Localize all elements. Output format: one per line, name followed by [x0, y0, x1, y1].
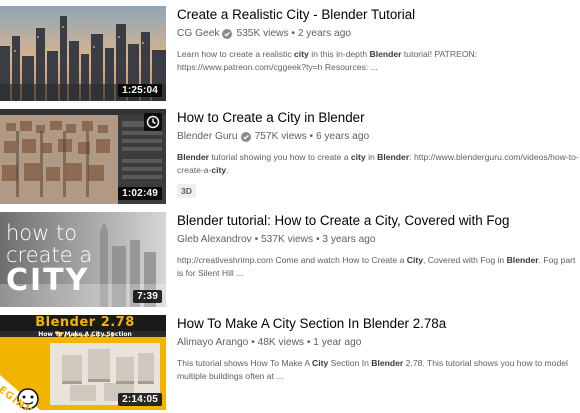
- video-duration: 7:39: [133, 290, 162, 303]
- video-title[interactable]: How To Make A City Section In Blender 2.…: [177, 315, 577, 332]
- highlighted-term: city: [211, 165, 227, 175]
- highlighted-term: Blender: [369, 49, 402, 59]
- watch-later-clock-icon[interactable]: [144, 113, 162, 131]
- video-result-3[interactable]: how to create a CITY 7:39 Blender tutori…: [0, 212, 580, 307]
- video-title[interactable]: How to Create a City in Blender: [177, 109, 577, 126]
- video-byline: Alimayo Arango • 48K views • 1 year ago: [177, 336, 577, 349]
- video-meta-1: Create a Realistic City - Blender Tutori…: [177, 6, 577, 74]
- upload-age: 3 years ago: [322, 234, 376, 245]
- video-duration: 1:02:49: [118, 187, 162, 200]
- channel-name[interactable]: CG Geek: [177, 27, 219, 40]
- view-count: 48K views: [257, 337, 305, 348]
- highlighted-term: city: [294, 49, 309, 59]
- channel-name[interactable]: Gleb Alexandrov: [177, 233, 252, 246]
- video-meta-4: How To Make A City Section In Blender 2.…: [177, 315, 577, 383]
- description-text: Section In: [328, 358, 372, 368]
- video-thumbnail-3[interactable]: how to create a CITY 7:39: [0, 212, 166, 307]
- video-meta-2: How to Create a City in Blender Blender …: [177, 109, 579, 199]
- thumbnail-text-line: CITY: [6, 263, 90, 298]
- upload-age: 6 years ago: [315, 131, 370, 142]
- separator-dot: •: [248, 337, 258, 348]
- video-byline: CG Geek 535K views • 2 years ago: [177, 27, 577, 40]
- 3d-badge: 3D: [177, 184, 196, 198]
- highlighted-term: Blender: [377, 152, 410, 162]
- video-result-4[interactable]: Blender 2.78 Tutorial How To Make A City…: [0, 315, 580, 410]
- verified-check-icon: [222, 28, 233, 39]
- video-thumbnail-2[interactable]: 1:02:49: [0, 109, 166, 204]
- upload-age: 1 year ago: [313, 337, 362, 348]
- search-results-list: 1:25:04 Create a Realistic City - Blende…: [0, 0, 580, 413]
- view-count: 535K views: [236, 28, 289, 39]
- thumbnail-text-line: how to: [6, 221, 78, 245]
- video-byline: Blender Guru 757K views • 6 years ago: [177, 130, 577, 143]
- separator-dot: •: [288, 28, 298, 39]
- description-text: This tutorial shows How To Make A: [177, 358, 313, 368]
- video-title[interactable]: Create a Realistic City - Blender Tutori…: [177, 6, 577, 23]
- thumbnail-subheading: How To Make A City Section: [38, 331, 132, 338]
- highlighted-term: Blender: [506, 255, 539, 265]
- separator-dot: •: [251, 234, 261, 245]
- description-text: , Covered with Fog in: [423, 255, 507, 265]
- video-description: This tutorial shows How To Make A City S…: [177, 357, 579, 383]
- separator-dot: •: [306, 131, 316, 142]
- video-description: Learn how to create a realistic city in …: [177, 48, 579, 74]
- video-result-1[interactable]: 1:25:04 Create a Realistic City - Blende…: [0, 6, 580, 101]
- separator-dot: •: [313, 234, 323, 245]
- thumbnail-caption: how to create a CITY: [6, 222, 92, 296]
- video-meta-3: Blender tutorial: How to Create a City, …: [177, 212, 577, 280]
- view-count: 537K views: [261, 234, 314, 245]
- video-duration: 2:14:05: [118, 393, 162, 406]
- separator-dot: •: [304, 337, 314, 348]
- video-title[interactable]: Blender tutorial: How to Create a City, …: [177, 212, 577, 229]
- highlighted-term: Blender: [177, 152, 209, 162]
- video-description: http://creativeshrimp.com Come and watch…: [177, 254, 579, 280]
- highlighted-term: City: [406, 255, 423, 265]
- description-text: http://creativeshrimp.com Come and watch…: [177, 255, 407, 265]
- highlighted-term: Blender: [371, 358, 404, 368]
- highlighted-term: City: [312, 358, 329, 368]
- description-text: Learn how to create a realistic: [177, 49, 295, 59]
- video-thumbnail-1[interactable]: 1:25:04: [0, 6, 166, 101]
- description-text: .: [226, 165, 229, 175]
- highlighted-term: city: [350, 152, 366, 162]
- upload-age: 2 years ago: [297, 28, 352, 39]
- view-count: 757K views: [254, 131, 307, 142]
- description-text: in: [365, 152, 378, 162]
- channel-name[interactable]: Blender Guru: [177, 130, 238, 143]
- channel-name[interactable]: Alimayo Arango: [177, 336, 248, 349]
- video-thumbnail-4[interactable]: Blender 2.78 Tutorial How To Make A City…: [0, 315, 166, 410]
- video-description: Blender tutorial showing you how to crea…: [177, 151, 579, 177]
- video-result-2[interactable]: 1:02:49 How to Create a City in Blender …: [0, 109, 580, 204]
- video-duration: 1:25:04: [118, 84, 162, 97]
- description-text: in this in-depth: [308, 49, 370, 59]
- verified-check-icon: [240, 131, 251, 142]
- description-text: tutorial showing you how to create a: [209, 152, 351, 162]
- video-byline: Gleb Alexandrov • 537K views • 3 years a…: [177, 233, 577, 246]
